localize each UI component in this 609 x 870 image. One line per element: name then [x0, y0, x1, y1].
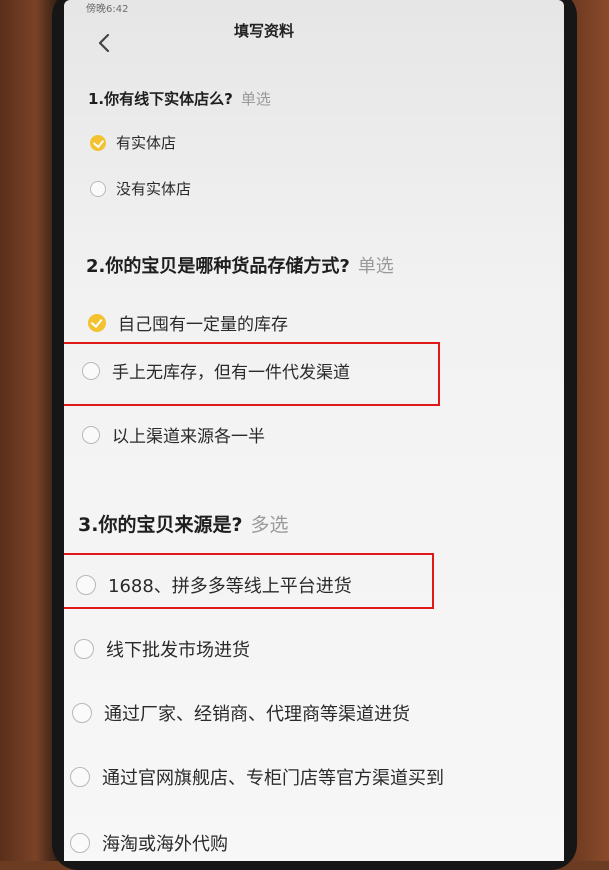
option-label: 有实体店	[116, 134, 177, 152]
desk-background-left	[0, 0, 60, 861]
question-3-option-2[interactable]: 线下批发市场进货	[74, 636, 250, 662]
question-2-tag: 单选	[357, 256, 394, 277]
question-1-text: 1.你有线下实体店么?	[88, 90, 233, 108]
checkbox-unchecked-icon[interactable]	[70, 833, 90, 853]
checkbox-unchecked-icon[interactable]	[72, 703, 92, 723]
radio-unchecked-icon[interactable]	[90, 180, 106, 197]
option-label: 通过厂家、经销商、代理商等渠道进货	[104, 704, 410, 725]
question-3-title: 3.你的宝贝来源是? 多选	[78, 510, 288, 537]
highlight-box-question-2	[64, 342, 440, 406]
option-label: 没有实体店	[116, 180, 192, 198]
checkbox-unchecked-icon[interactable]	[74, 639, 94, 659]
option-label: 海淘或海外代购	[102, 834, 228, 855]
question-3-option-4[interactable]: 通过官网旗舰店、专柜门店等官方渠道买到	[70, 764, 444, 790]
question-2-text: 2.你的宝贝是哪种货品存储方式?	[86, 256, 350, 277]
highlight-box-question-3	[64, 553, 434, 609]
radio-checked-icon[interactable]	[88, 313, 106, 332]
question-3-option-5[interactable]: 海淘或海外代购	[70, 830, 228, 856]
question-3-tag: 多选	[250, 514, 289, 536]
question-1-option-1[interactable]: 有实体店	[90, 132, 176, 153]
option-label: 自己囤有一定量的库存	[118, 315, 288, 335]
status-bar-time: 傍晚6:42	[86, 4, 129, 15]
question-3-text: 3.你的宝贝来源是?	[78, 514, 243, 536]
question-1-title: 1.你有线下实体店么? 单选	[88, 88, 271, 109]
checkbox-unchecked-icon[interactable]	[70, 767, 90, 787]
page-title: 填写资料	[234, 22, 295, 40]
question-2-option-3[interactable]: 以上渠道来源各一半	[82, 422, 265, 447]
question-2-title: 2.你的宝贝是哪种货品存储方式? 单选	[86, 252, 394, 278]
question-2-option-1[interactable]: 自己囤有一定量的库存	[88, 310, 288, 335]
phone-screen: 傍晚6:42 填写资料 1.你有线下实体店么? 单选 有实体店 没有实体店 2.你…	[64, 0, 564, 861]
option-label: 以上渠道来源各一半	[112, 427, 265, 447]
question-1-option-2[interactable]: 没有实体店	[90, 178, 191, 199]
radio-unchecked-icon[interactable]	[82, 425, 100, 444]
question-3-option-3[interactable]: 通过厂家、经销商、代理商等渠道进货	[72, 700, 410, 726]
option-label: 线下批发市场进货	[106, 640, 250, 661]
back-arrow-icon[interactable]	[92, 30, 118, 56]
option-label: 通过官网旗舰店、专柜门店等官方渠道买到	[102, 768, 444, 789]
radio-checked-icon[interactable]	[90, 134, 106, 151]
question-1-tag: 单选	[240, 90, 271, 108]
